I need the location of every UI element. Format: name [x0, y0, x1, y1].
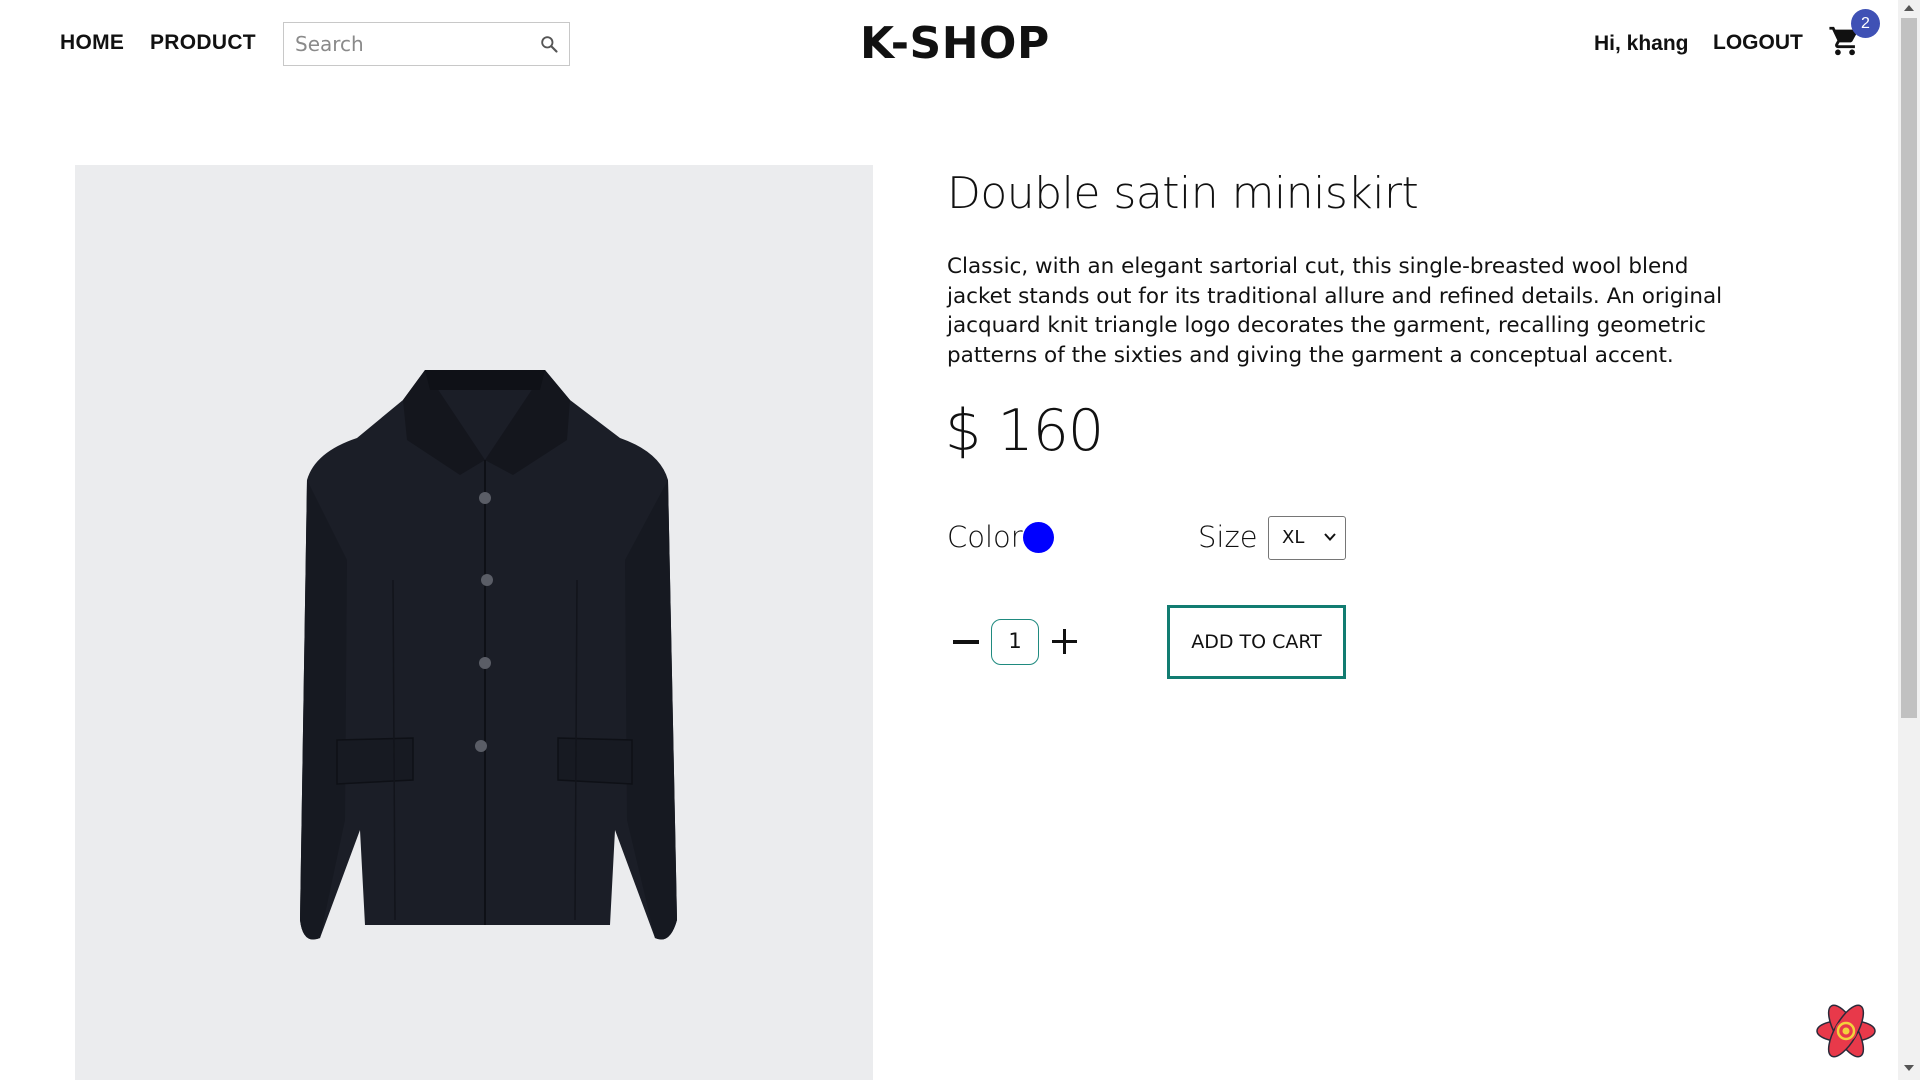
color-label: Color — [947, 520, 1023, 554]
vertical-scrollbar[interactable] — [1898, 0, 1920, 1080]
add-to-cart-button[interactable]: ADD TO CART — [1167, 605, 1346, 679]
site-logo[interactable]: K-SHOP — [860, 18, 1050, 69]
scroll-up-arrow[interactable] — [1904, 5, 1914, 11]
plus-icon[interactable] — [1052, 629, 1077, 654]
scroll-thumb[interactable] — [1901, 18, 1917, 718]
product-price: $ 160 — [945, 398, 1104, 464]
size-label: Size — [1198, 520, 1258, 554]
site-header: HOME PRODUCT K-SHOP Hi, khang LOGOUT 2 — [0, 0, 1898, 88]
product-page: HOME PRODUCT K-SHOP Hi, khang LOGOUT 2 — [0, 0, 1898, 1080]
quantity-input[interactable]: 1 — [991, 619, 1039, 665]
search-icon[interactable] — [539, 34, 559, 54]
nav-home-link[interactable]: HOME — [60, 31, 124, 55]
react-icon[interactable] — [1815, 1003, 1877, 1059]
nav-product-link[interactable]: PRODUCT — [150, 31, 256, 55]
search-input[interactable] — [284, 23, 524, 65]
color-swatch-blue[interactable] — [1023, 522, 1054, 553]
product-image-jacket — [300, 370, 677, 940]
search-box — [283, 22, 570, 66]
minus-icon[interactable] — [953, 640, 979, 644]
user-greeting: Hi, khang — [1594, 32, 1689, 55]
scroll-down-arrow[interactable] — [1904, 1065, 1914, 1071]
logout-link[interactable]: LOGOUT — [1713, 31, 1803, 55]
size-select[interactable]: XL — [1268, 516, 1346, 560]
product-title: Double satin miniskirt — [947, 168, 1419, 219]
product-image-panel — [75, 165, 873, 1080]
cart-count-badge: 2 — [1851, 9, 1880, 38]
size-select-value: XL — [1282, 527, 1305, 548]
product-description: Classic, with an elegant sartorial cut, … — [947, 254, 1723, 368]
chevron-down-icon — [1324, 533, 1336, 541]
